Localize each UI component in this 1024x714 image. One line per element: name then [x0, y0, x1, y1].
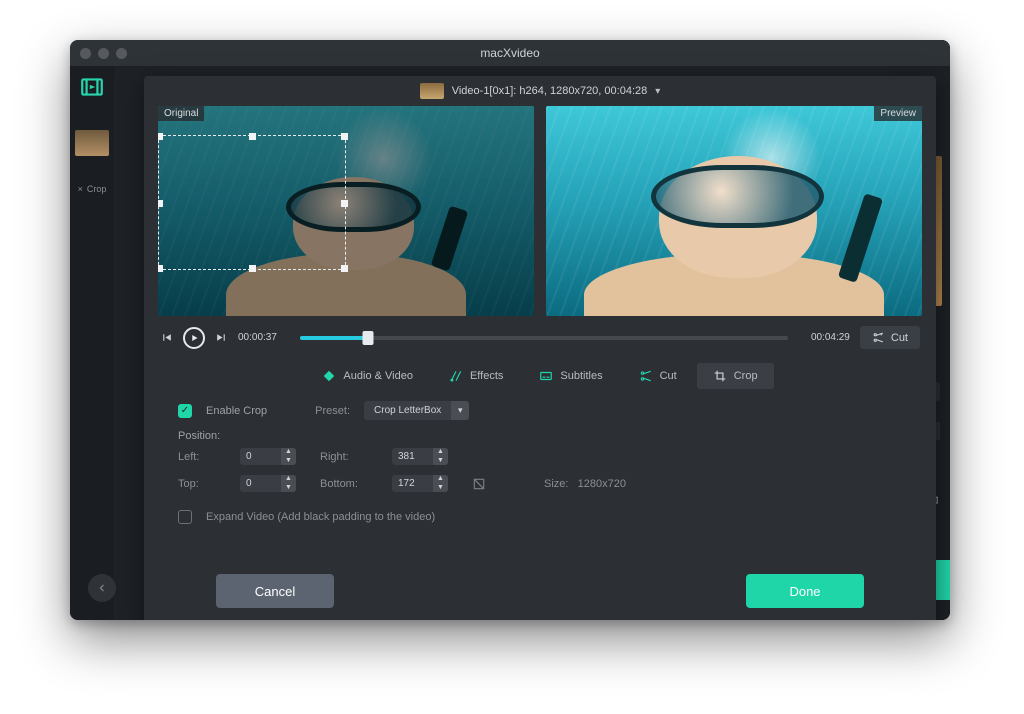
tab-cut[interactable]: Cut	[623, 363, 693, 389]
original-preview-pane[interactable]: Original	[158, 106, 534, 316]
expand-video-label: Expand Video (Add black padding to the v…	[206, 511, 435, 523]
size-value: 1280x720	[578, 478, 626, 490]
file-dropdown-icon[interactable]: ▾	[655, 86, 660, 97]
timeline-playhead[interactable]	[363, 331, 374, 345]
top-label: Top:	[178, 478, 228, 490]
bottom-input[interactable]: 172 ▲▼	[392, 475, 448, 492]
scissors-plus-icon	[872, 331, 885, 344]
tab-label: Effects	[470, 370, 503, 382]
size-label: Size:	[544, 478, 568, 490]
window-title: macXvideo	[70, 46, 950, 60]
preset-value: Crop LetterBox	[364, 401, 451, 420]
cut-button-label: Cut	[891, 332, 908, 344]
sidebar-bullet-icon: ×	[78, 184, 83, 194]
right-input[interactable]: 381 ▲▼	[392, 448, 448, 465]
bottom-label: Bottom:	[320, 478, 380, 490]
position-heading: Position:	[178, 430, 902, 442]
right-label: Right:	[320, 451, 380, 463]
duration-label: 00:04:29	[798, 332, 850, 343]
expand-video-checkbox[interactable]	[178, 510, 192, 524]
chevron-down-icon: ▾	[451, 401, 469, 420]
preset-select[interactable]: Crop LetterBox ▾	[364, 401, 469, 420]
preview-badge: Preview	[874, 106, 922, 121]
sidebar-item-label: Crop	[87, 184, 107, 194]
tab-audio-video[interactable]: Audio & Video	[306, 363, 429, 389]
cancel-button[interactable]: Cancel	[216, 574, 334, 608]
file-info-label: Video-1[0x1]: h264, 1280x720, 00:04:28	[452, 85, 648, 97]
tab-subtitles[interactable]: Subtitles	[523, 363, 618, 389]
stepper-up-icon[interactable]: ▲	[281, 475, 296, 484]
stepper-down-icon[interactable]: ▼	[281, 484, 296, 493]
tab-effects[interactable]: Effects	[433, 363, 519, 389]
tab-label: Crop	[734, 370, 758, 382]
play-button[interactable]	[183, 327, 205, 349]
right-value: 381	[392, 448, 433, 465]
done-button[interactable]: Done	[746, 574, 864, 608]
timeline-progress	[300, 336, 368, 340]
editor-tabs: Audio & Video Effects Subtitles Cut Crop	[144, 355, 936, 401]
cut-button[interactable]: Cut	[860, 326, 920, 349]
top-value: 0	[240, 475, 281, 492]
left-sidebar: × Crop	[70, 66, 114, 620]
enable-crop-label: Enable Crop	[206, 405, 267, 417]
timeline: 00:00:37 00:04:29 Cut	[144, 316, 936, 355]
app-window: macXvideo × Crop i About ions	[70, 40, 950, 620]
done-button-label: Done	[789, 584, 820, 599]
sidebar-video-thumbnail[interactable]	[75, 130, 109, 156]
left-label: Left:	[178, 451, 228, 463]
window-titlebar: macXvideo	[70, 40, 950, 66]
left-input[interactable]: 0 ▲▼	[240, 448, 296, 465]
top-input[interactable]: 0 ▲▼	[240, 475, 296, 492]
preset-label: Preset:	[315, 405, 350, 417]
stepper-down-icon[interactable]: ▼	[433, 484, 448, 493]
app-logo-icon[interactable]	[79, 74, 105, 100]
crop-form: ✓ Enable Crop Preset: Crop LetterBox ▾ P…	[144, 401, 936, 534]
tab-label: Subtitles	[560, 370, 602, 382]
cancel-button-label: Cancel	[255, 584, 295, 599]
stepper-up-icon[interactable]: ▲	[281, 448, 296, 457]
original-badge: Original	[158, 106, 204, 121]
left-value: 0	[240, 448, 281, 465]
timeline-track[interactable]	[300, 336, 788, 340]
tab-label: Audio & Video	[343, 370, 413, 382]
back-button[interactable]	[88, 574, 116, 602]
skip-forward-icon[interactable]	[215, 331, 228, 344]
aspect-icon	[472, 477, 532, 491]
enable-crop-checkbox[interactable]: ✓	[178, 404, 192, 418]
result-preview-pane: Preview	[546, 106, 922, 316]
tab-label: Cut	[660, 370, 677, 382]
bottom-value: 172	[392, 475, 433, 492]
skip-back-icon[interactable]	[160, 331, 173, 344]
stepper-down-icon[interactable]: ▼	[433, 457, 448, 466]
current-time-label: 00:00:37	[238, 332, 290, 343]
stepper-down-icon[interactable]: ▼	[281, 457, 296, 466]
editor-panel: Video-1[0x1]: h264, 1280x720, 00:04:28 ▾	[144, 76, 936, 620]
tab-crop[interactable]: Crop	[697, 363, 774, 389]
stepper-up-icon[interactable]: ▲	[433, 448, 448, 457]
crop-rectangle[interactable]	[158, 135, 346, 269]
file-thumbnail	[420, 83, 444, 99]
stepper-up-icon[interactable]: ▲	[433, 475, 448, 484]
